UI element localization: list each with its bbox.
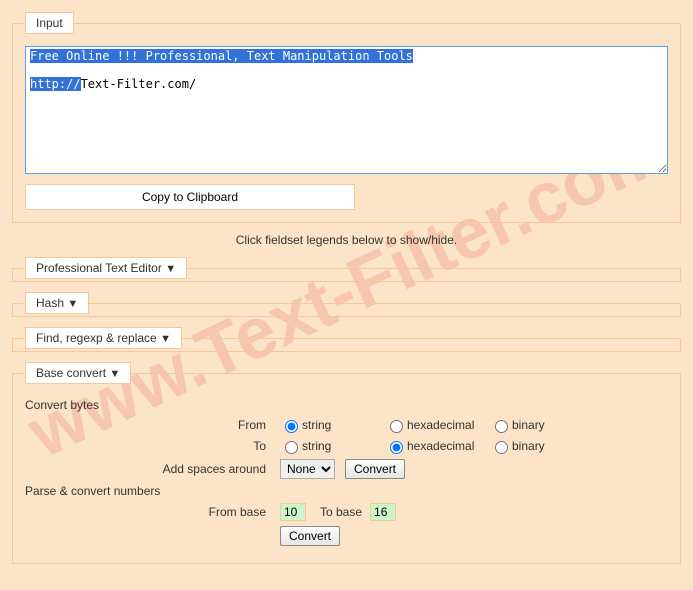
chevron-down-icon: ▼ <box>109 368 120 380</box>
input-line2-hl: http:// <box>30 77 81 91</box>
from-binary-option[interactable]: binary <box>490 417 595 433</box>
find-fieldset: Find, regexp & replace ▼ <box>12 327 681 352</box>
convert-bytes-heading: Convert bytes <box>25 398 668 412</box>
to-base-label: To base <box>320 505 362 519</box>
from-binary-radio[interactable] <box>495 420 508 433</box>
to-label: To <box>25 439 280 453</box>
convert-bytes-button[interactable]: Convert <box>345 459 405 479</box>
from-binary-label: binary <box>512 418 545 432</box>
hash-legend[interactable]: Hash ▼ <box>25 292 89 314</box>
input-line2-rest: Text-Filter.com/ <box>81 77 197 91</box>
to-hex-radio[interactable] <box>390 441 403 454</box>
convert-numbers-button[interactable]: Convert <box>280 526 340 546</box>
convert-numbers-row: Convert <box>25 526 668 546</box>
from-hex-radio[interactable] <box>390 420 403 433</box>
to-row: To string hexadecimal binary <box>25 438 668 454</box>
find-legend[interactable]: Find, regexp & replace ▼ <box>25 327 182 349</box>
chevron-down-icon: ▼ <box>160 333 171 345</box>
from-string-label: string <box>302 418 331 432</box>
editor-legend[interactable]: Professional Text Editor ▼ <box>25 257 187 279</box>
add-spaces-label: Add spaces around <box>25 462 280 476</box>
to-base-input[interactable] <box>370 503 396 521</box>
base-convert-fieldset: Base convert ▼ Convert bytes From string… <box>12 362 681 564</box>
to-string-radio[interactable] <box>285 441 298 454</box>
to-string-label: string <box>302 439 331 453</box>
to-hex-label: hexadecimal <box>407 439 474 453</box>
from-base-input[interactable] <box>280 503 306 521</box>
to-binary-label: binary <box>512 439 545 453</box>
base-convert-legend[interactable]: Base convert ▼ <box>25 362 131 384</box>
find-legend-label: Find, regexp & replace <box>36 331 157 345</box>
from-hex-option[interactable]: hexadecimal <box>385 417 490 433</box>
hash-fieldset: Hash ▼ <box>12 292 681 317</box>
chevron-down-icon: ▼ <box>67 298 78 310</box>
editor-legend-label: Professional Text Editor <box>36 261 162 275</box>
from-label: From <box>25 418 280 432</box>
from-hex-label: hexadecimal <box>407 418 474 432</box>
hash-legend-label: Hash <box>36 296 64 310</box>
input-legend: Input <box>25 12 74 34</box>
input-fieldset: Input Free Online !!! Professional, Text… <box>12 12 681 223</box>
from-string-radio[interactable] <box>285 420 298 433</box>
base-convert-legend-label: Base convert <box>36 366 106 380</box>
copy-to-clipboard-button[interactable]: Copy to Clipboard <box>25 184 355 210</box>
spaces-row: Add spaces around None Convert <box>25 459 668 479</box>
input-textarea[interactable]: Free Online !!! Professional, Text Manip… <box>25 46 668 174</box>
input-line1: Free Online !!! Professional, Text Manip… <box>30 49 413 63</box>
to-binary-radio[interactable] <box>495 441 508 454</box>
chevron-down-icon: ▼ <box>165 263 176 275</box>
to-hex-option[interactable]: hexadecimal <box>385 438 490 454</box>
toggle-hint: Click fieldset legends below to show/hid… <box>12 233 681 247</box>
editor-fieldset: Professional Text Editor ▼ <box>12 257 681 282</box>
parse-numbers-heading: Parse & convert numbers <box>25 484 668 498</box>
add-spaces-select[interactable]: None <box>280 459 335 479</box>
to-binary-option[interactable]: binary <box>490 438 595 454</box>
to-string-option[interactable]: string <box>280 438 385 454</box>
from-base-label: From base <box>25 505 280 519</box>
base-row: From base To base <box>25 503 668 521</box>
from-row: From string hexadecimal binary <box>25 417 668 433</box>
from-string-option[interactable]: string <box>280 417 385 433</box>
